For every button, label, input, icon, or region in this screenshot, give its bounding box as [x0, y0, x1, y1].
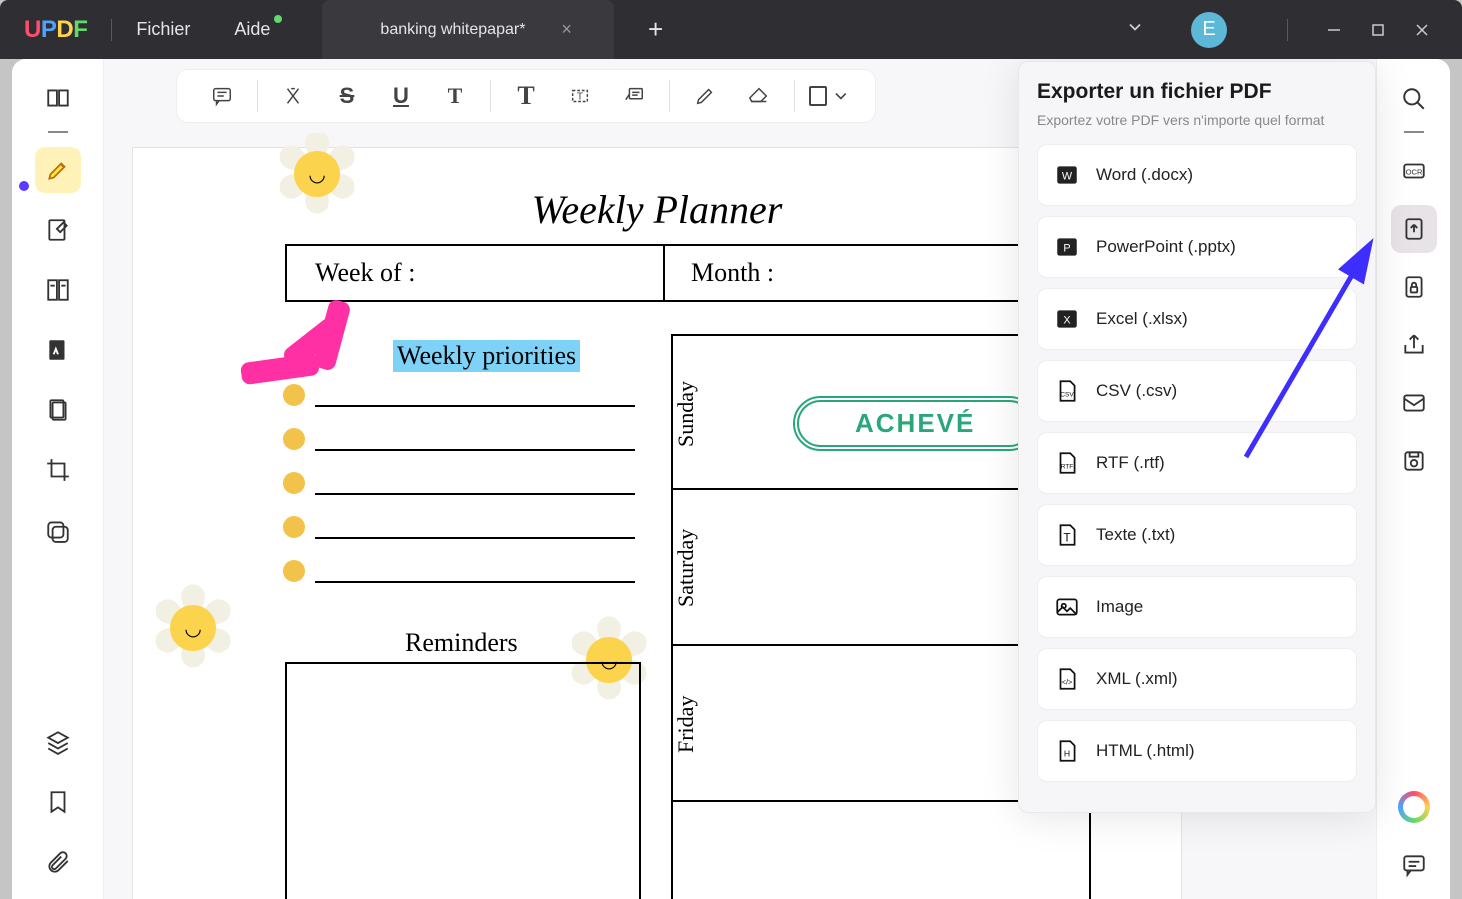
annotation-toolbar: S U T T T: [176, 69, 876, 123]
export-option-text[interactable]: TTexte (.txt): [1037, 504, 1357, 566]
squiggly-icon[interactable]: T: [434, 75, 476, 117]
tab-label: banking whitepapar*: [380, 21, 525, 39]
window-minimize-button[interactable]: [1312, 14, 1356, 46]
export-option-csv[interactable]: CSVCSV (.csv): [1037, 360, 1357, 422]
separator: [1287, 19, 1288, 41]
titlebar: UPDF Fichier Aide banking whitepapar* × …: [0, 0, 1462, 59]
ai-assistant-button[interactable]: [1398, 791, 1430, 823]
svg-text:H: H: [1064, 748, 1070, 758]
edit-tool-button[interactable]: [35, 207, 81, 253]
share-icon[interactable]: [1391, 321, 1437, 369]
svg-text:W: W: [1062, 170, 1073, 182]
export-button[interactable]: [1391, 205, 1437, 253]
highlighter-tool-icon[interactable]: [35, 147, 81, 193]
dropdown-icon[interactable]: [1125, 17, 1145, 42]
separator: [111, 19, 112, 41]
pencil-icon[interactable]: [684, 75, 726, 117]
app-logo: UPDF: [24, 16, 87, 44]
html-icon: H: [1054, 738, 1080, 764]
menu-file[interactable]: Fichier: [136, 19, 190, 40]
rtf-icon: RTF: [1054, 450, 1080, 476]
textbox-icon[interactable]: T: [559, 75, 601, 117]
reminders-heading: Reminders: [405, 628, 518, 658]
highlight-icon[interactable]: [272, 75, 314, 117]
user-avatar[interactable]: E: [1191, 12, 1227, 48]
fill-sign-button[interactable]: [35, 327, 81, 373]
word-icon: W: [1054, 162, 1080, 188]
day-cell: [671, 802, 1091, 899]
ocr-button[interactable]: OCR: [1391, 147, 1437, 195]
xml-icon: </>: [1054, 666, 1080, 692]
menu-help[interactable]: Aide: [234, 19, 270, 40]
export-option-xml[interactable]: </>XML (.xml): [1037, 648, 1357, 710]
right-sidebar: OCR: [1376, 59, 1450, 899]
csv-icon: CSV: [1054, 378, 1080, 404]
svg-text:T: T: [1063, 531, 1070, 545]
export-panel: Exporter un fichier PDF Exportez votre P…: [1018, 61, 1376, 813]
svg-text:OCR: OCR: [1405, 167, 1422, 176]
divider: [48, 131, 68, 133]
powerpoint-icon: P: [1054, 234, 1080, 260]
new-tab-button[interactable]: +: [648, 14, 663, 45]
stamp-annotation[interactable]: ACHEVÉ: [797, 400, 1033, 447]
panel-title: Exporter un fichier PDF: [1037, 80, 1357, 104]
indicator-dot: [19, 181, 29, 191]
shape-tool-dropdown[interactable]: [809, 75, 851, 117]
window-close-button[interactable]: [1400, 14, 1444, 46]
close-tab-button[interactable]: ×: [561, 19, 572, 40]
svg-text:</>: </>: [1062, 677, 1074, 686]
compare-button[interactable]: [35, 507, 81, 553]
bookmark-icon[interactable]: [35, 779, 81, 825]
svg-text:X: X: [1063, 314, 1070, 326]
export-option-powerpoint[interactable]: PPowerPoint (.pptx): [1037, 216, 1357, 278]
compress-button[interactable]: [35, 387, 81, 433]
excel-icon: X: [1054, 306, 1080, 332]
search-icon[interactable]: [1391, 75, 1437, 123]
attachment-icon[interactable]: [35, 839, 81, 885]
crop-button[interactable]: [35, 447, 81, 493]
reminders-box: [285, 662, 641, 899]
text-icon: T: [1054, 522, 1080, 548]
export-option-rtf[interactable]: RTFRTF (.rtf): [1037, 432, 1357, 494]
export-option-excel[interactable]: XExcel (.xlsx): [1037, 288, 1357, 350]
comments-panel-icon[interactable]: [1391, 841, 1437, 889]
week-of-cell: Week of :: [285, 244, 665, 302]
export-option-word[interactable]: WWord (.docx): [1037, 144, 1357, 206]
text-tool-icon[interactable]: T: [505, 75, 547, 117]
save-icon[interactable]: [1391, 437, 1437, 485]
reader-mode-button[interactable]: [35, 75, 81, 121]
svg-text:T: T: [577, 92, 583, 103]
email-icon[interactable]: [1391, 379, 1437, 427]
image-icon: [1054, 594, 1080, 620]
layers-icon[interactable]: [35, 719, 81, 765]
divider: [1404, 131, 1424, 133]
underline-icon[interactable]: U: [380, 75, 422, 117]
priorities-heading[interactable]: Weekly priorities: [393, 340, 580, 372]
panel-subtitle: Exportez votre PDF vers n'importe quel f…: [1037, 112, 1357, 128]
comment-icon[interactable]: [201, 75, 243, 117]
export-option-html[interactable]: HHTML (.html): [1037, 720, 1357, 782]
main-frame: OCR S U T T T ✽◡ ✽◡ ✽◡ Weekly Planner: [12, 59, 1450, 899]
window-maximize-button[interactable]: [1356, 14, 1400, 46]
strikethrough-icon[interactable]: S: [326, 75, 368, 117]
svg-text:P: P: [1063, 242, 1070, 254]
svg-text:CSV: CSV: [1060, 391, 1074, 398]
callout-icon[interactable]: [613, 75, 655, 117]
protect-button[interactable]: [1391, 263, 1437, 311]
document-tab[interactable]: banking whitepapar* ×: [322, 0, 614, 59]
svg-text:RTF: RTF: [1061, 463, 1074, 470]
decoration-flower-icon: ✽◡: [147, 564, 239, 692]
organize-pages-button[interactable]: [35, 267, 81, 313]
eraser-icon[interactable]: [738, 75, 780, 117]
export-option-image[interactable]: Image: [1037, 576, 1357, 638]
